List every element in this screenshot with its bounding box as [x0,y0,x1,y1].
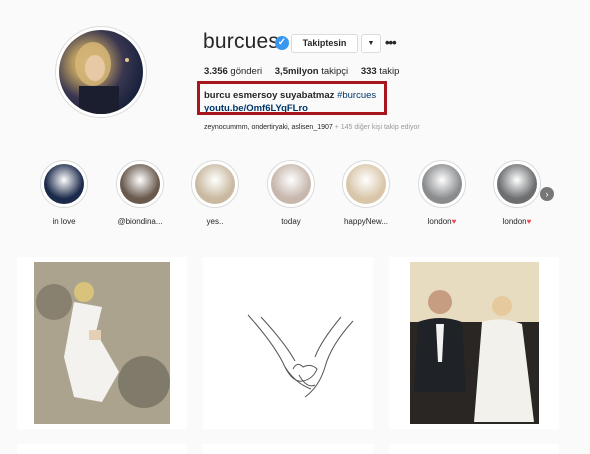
story-highlight-ring[interactable] [191,160,239,208]
story-highlight-cover [44,164,84,204]
story-highlight-ring[interactable] [40,160,88,208]
story-highlight[interactable]: in love [38,160,90,226]
profile-username: burcues [203,30,280,53]
story-highlight-label: today [281,217,301,226]
story-highlight[interactable]: @biondina... [114,160,166,226]
post-thumbnail-partial[interactable] [389,444,559,454]
story-highlight-cover [422,164,462,204]
annotation-highlight-box [197,81,387,115]
story-highlight-label: happyNew... [343,217,389,226]
post-thumbnail[interactable] [203,257,373,429]
story-highlight-cover [271,164,311,204]
following-button[interactable]: Takiptesin [291,34,358,53]
followed-by[interactable]: zeynocummm, ondertiryaki, aslisen_1907 +… [204,124,420,131]
post-thumbnail[interactable] [17,257,187,429]
post-image [34,262,170,424]
next-arrow-icon[interactable]: › [540,187,554,201]
post-image [410,262,539,424]
story-highlight-label: london♥ [502,217,532,226]
story-highlight-cover [195,164,235,204]
story-highlight-ring[interactable] [267,160,315,208]
avatar-image [75,42,129,114]
heart-icon: ♥ [451,217,457,226]
heart-icon: ♥ [526,217,532,226]
more-options-icon[interactable]: ••• [385,34,397,51]
story-highlight-label: @biondina... [117,217,163,226]
story-highlight-cover [497,164,537,204]
avatar[interactable] [59,30,143,114]
verified-badge-icon: ✓ [275,36,289,50]
story-highlight[interactable]: london♥ [416,160,468,226]
story-highlight-ring[interactable] [418,160,466,208]
post-image [203,257,373,429]
story-highlight-ring[interactable] [342,160,390,208]
followers-stat[interactable]: 3,5milyon takipçi [275,66,348,77]
story-highlight-label: yes.. [206,217,224,226]
post-thumbnail-partial[interactable] [17,444,187,454]
story-highlight-label: london♥ [427,217,457,226]
story-highlight[interactable]: london♥ [491,160,543,226]
profile-stats: 3.356 gönderi 3,5milyon takipçi 333 taki… [204,66,409,77]
story-highlight[interactable]: today [265,160,317,226]
story-highlight-ring[interactable] [493,160,541,208]
following-stat[interactable]: 333 takip [361,66,400,77]
story-highlight-cover [120,164,160,204]
story-highlight-ring[interactable] [116,160,164,208]
post-thumbnail-partial[interactable] [203,444,373,454]
post-thumbnail[interactable] [389,257,559,429]
chevron-down-icon[interactable]: ▼ [361,34,381,53]
story-highlight[interactable]: happyNew... [340,160,392,226]
story-highlight-cover [346,164,386,204]
story-highlight[interactable]: yes.. [189,160,241,226]
posts-stat: 3.356 gönderi [204,66,263,77]
story-highlight-label: in love [52,217,76,226]
